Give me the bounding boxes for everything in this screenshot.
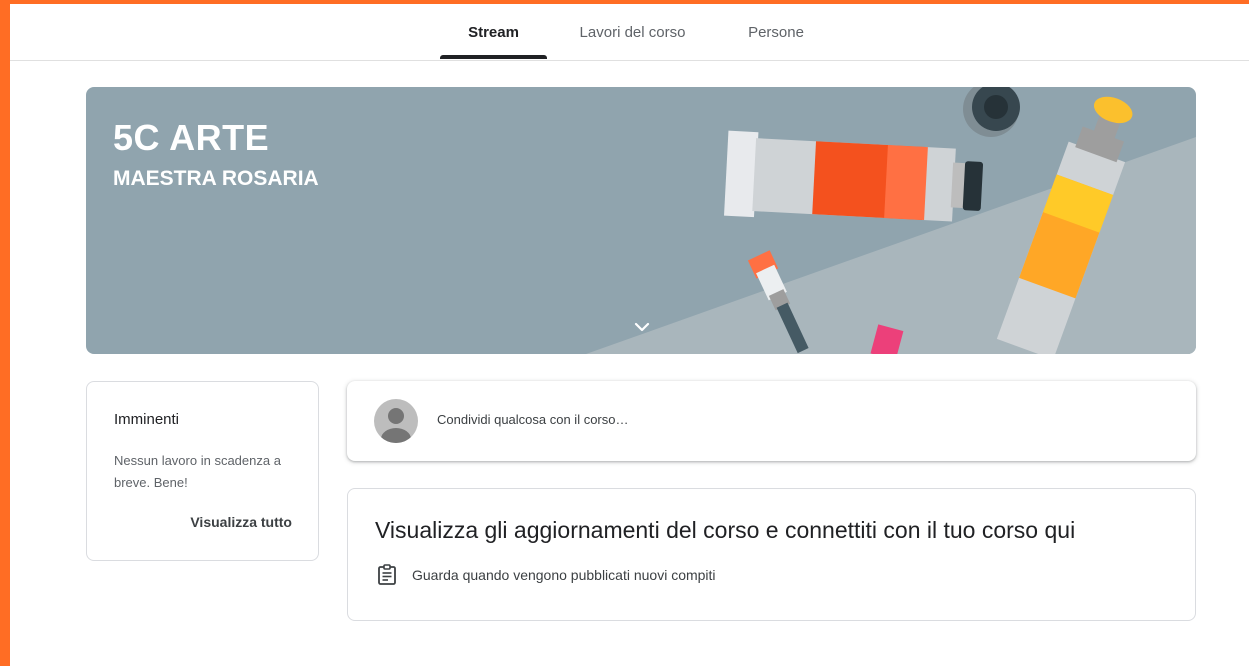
course-section: MAESTRA ROSARIA [113, 167, 319, 190]
course-title: 5C ARTE [113, 117, 270, 158]
upcoming-card: Imminenti Nessun lavoro in scadenza a br… [86, 381, 319, 561]
share-placeholder: Condividi qualcosa con il corso… [437, 412, 629, 427]
class-navigation: Stream Lavori del corso Persone [10, 4, 1249, 61]
chevron-down-icon[interactable] [630, 315, 654, 339]
active-tab-indicator [440, 55, 547, 59]
info-title: Visualizza gli aggiornamenti del corso e… [375, 517, 1076, 543]
class-banner: 5C ARTE MAESTRA ROSARIA [86, 87, 1196, 354]
share-with-class-box[interactable]: Condividi qualcosa con il corso… [347, 381, 1196, 461]
view-all-link[interactable]: Visualizza tutto [190, 514, 292, 530]
tab-stream[interactable]: Stream [440, 4, 547, 60]
upcoming-title: Imminenti [114, 411, 180, 428]
assignment-icon [378, 564, 396, 585]
stream-info-card: Visualizza gli aggiornamenti del corso e… [347, 488, 1196, 621]
upcoming-empty-message: Nessun lavoro in scadenza a breve. Bene! [114, 453, 281, 490]
window-frame-left [0, 0, 10, 666]
person-avatar-icon [374, 399, 418, 443]
tab-persone[interactable]: Persone [715, 4, 837, 60]
tab-lavori-del-corso[interactable]: Lavori del corso [560, 4, 705, 60]
info-item: Guarda quando vengono pubblicati nuovi c… [375, 563, 716, 587]
info-item-text: Guarda quando vengono pubblicati nuovi c… [412, 567, 716, 583]
